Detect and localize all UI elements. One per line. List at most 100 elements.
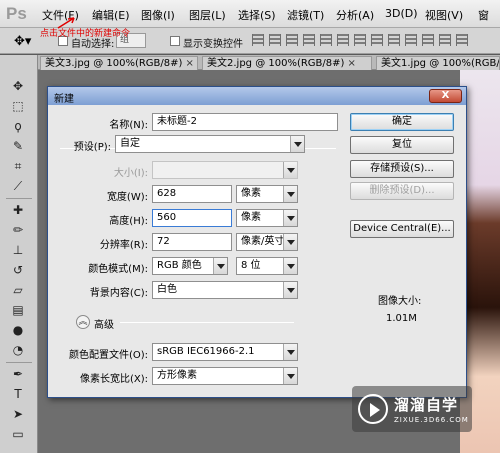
size-dropdown[interactable] — [152, 161, 298, 179]
ok-button[interactable]: 确定 — [350, 113, 454, 131]
menu-3d[interactable]: 3D(D) — [385, 7, 418, 20]
delete-preset-button[interactable]: 删除预设(D)... — [350, 182, 454, 200]
distribute-hcenter-icon[interactable] — [422, 34, 434, 46]
tab-label: 美文2.jpg @ 100%(RGB/8#) — [207, 58, 345, 69]
reset-button[interactable]: 复位 — [350, 136, 454, 154]
distribute-top-icon[interactable] — [354, 34, 366, 46]
resolution-field[interactable]: 72 — [152, 233, 232, 251]
tab-close-icon[interactable]: × — [347, 58, 355, 69]
menu-image[interactable]: 图像(I) — [141, 7, 175, 23]
menu-analysis[interactable]: 分析(A) — [336, 7, 374, 23]
menu-select[interactable]: 选择(S) — [238, 7, 276, 23]
height-unit-dropdown[interactable]: 像素 — [236, 209, 298, 227]
align-vcenter-icon[interactable] — [269, 34, 281, 46]
distribute-bottom-icon[interactable] — [388, 34, 400, 46]
toolbox-divider — [6, 362, 32, 363]
chevron-down-icon — [283, 234, 297, 250]
history-brush-tool-icon[interactable]: ↺ — [9, 261, 27, 279]
chevron-down-icon — [283, 210, 297, 226]
pixel-aspect-label: 像素长宽比(X): — [79, 374, 148, 385]
color-mode-label: 颜色模式(M): — [88, 264, 148, 275]
pixel-aspect-value: 方形像素 — [157, 370, 197, 381]
align-bottom-icon[interactable] — [286, 34, 298, 46]
bit-depth-dropdown[interactable]: 8 位 — [236, 257, 298, 275]
height-unit-value: 像素 — [241, 212, 261, 223]
background-label: 背景内容(C): — [89, 288, 148, 299]
tab-label: 美文3.jpg @ 100%(RGB/8#) — [45, 58, 183, 69]
height-label: 高度(H): — [109, 216, 148, 227]
move-tool-icon[interactable]: ✥ — [9, 77, 27, 95]
save-preset-button[interactable]: 存储预设(S)... — [350, 160, 454, 178]
document-tab[interactable]: 美文3.jpg @ 100%(RGB/8#) × — [40, 56, 198, 70]
pen-tool-icon[interactable]: ✒ — [9, 365, 27, 383]
color-mode-value: RGB 颜色 — [157, 260, 202, 271]
distribute-right-icon[interactable] — [439, 34, 451, 46]
pixel-aspect-dropdown[interactable]: 方形像素 — [152, 367, 298, 385]
move-tool-icon[interactable]: ✥▾ — [14, 34, 31, 49]
device-central-button[interactable]: Device Central(E)... — [350, 220, 454, 238]
blur-tool-icon[interactable]: ● — [9, 321, 27, 339]
watermark-site: ZIXUE.3D66.COM — [394, 416, 469, 424]
menu-window[interactable]: 窗 — [478, 7, 489, 23]
document-tab[interactable]: 美文2.jpg @ 100%(RGB/8#) × — [202, 56, 372, 70]
color-profile-value: sRGB IEC61966-2.1 — [157, 346, 255, 357]
advanced-label: 高级 — [94, 320, 114, 331]
distribute-left-icon[interactable] — [405, 34, 417, 46]
preset-label: 预设(P): — [73, 142, 111, 153]
resolution-label: 分辨率(R): — [99, 240, 148, 251]
color-profile-label: 颜色配置文件(O): — [68, 350, 148, 361]
document-tab[interactable]: 美文1.jpg @ 100%(RGB/8 — [376, 56, 500, 70]
healing-brush-tool-icon[interactable]: ✚ — [9, 201, 27, 219]
resolution-unit-dropdown[interactable]: 像素/英寸 — [236, 233, 298, 251]
eyedropper-tool-icon[interactable]: ⟋ — [9, 177, 27, 195]
align-right-icon[interactable] — [337, 34, 349, 46]
lasso-tool-icon[interactable]: ϙ — [9, 117, 27, 135]
eraser-tool-icon[interactable]: ▱ — [9, 281, 27, 299]
align-hcenter-icon[interactable] — [320, 34, 332, 46]
tab-label: 美文1.jpg @ 100%(RGB/8 — [381, 58, 500, 69]
resolution-unit-value: 像素/英寸 — [241, 236, 285, 247]
align-left-icon[interactable] — [303, 34, 315, 46]
height-field[interactable]: 560 — [152, 209, 232, 227]
menu-edit[interactable]: 编辑(E) — [92, 7, 130, 23]
preset-dropdown[interactable]: 自定 — [115, 135, 305, 153]
dialog-title-bar[interactable]: 新建 X — [48, 87, 466, 105]
dodge-tool-icon[interactable]: ◔ — [9, 341, 27, 359]
color-mode-dropdown[interactable]: RGB 颜色 — [152, 257, 228, 275]
bit-depth-value: 8 位 — [241, 260, 261, 271]
tab-close-icon[interactable]: × — [185, 58, 193, 69]
menu-layer[interactable]: 图层(L) — [189, 7, 226, 23]
background-dropdown[interactable]: 白色 — [152, 281, 298, 299]
crop-tool-icon[interactable]: ⌗ — [9, 157, 27, 175]
menu-view[interactable]: 视图(V) — [425, 7, 463, 23]
gradient-tool-icon[interactable]: ▤ — [9, 301, 27, 319]
chevron-down-icon — [283, 282, 297, 298]
name-field[interactable]: 未标题-2 — [152, 113, 338, 131]
toolbox-divider — [6, 198, 32, 199]
close-button[interactable]: X — [429, 89, 462, 103]
show-transform-checkbox[interactable] — [170, 36, 180, 46]
type-tool-icon[interactable]: T — [9, 385, 27, 403]
rectangle-tool-icon[interactable]: ▭ — [9, 425, 27, 443]
chevron-down-icon — [290, 136, 304, 152]
menu-filter[interactable]: 滤镜(T) — [287, 7, 324, 23]
advanced-group-frame — [120, 322, 294, 323]
background-value: 白色 — [157, 284, 177, 295]
width-field[interactable]: 628 — [152, 185, 232, 203]
align-top-icon[interactable] — [252, 34, 264, 46]
brush-tool-icon[interactable]: ✏ — [9, 221, 27, 239]
chevron-down-icon — [283, 344, 297, 360]
marquee-tool-icon[interactable]: ⬚ — [9, 97, 27, 115]
auto-align-icon[interactable] — [456, 34, 468, 46]
width-unit-dropdown[interactable]: 像素 — [236, 185, 298, 203]
path-select-tool-icon[interactable]: ➤ — [9, 405, 27, 423]
color-profile-dropdown[interactable]: sRGB IEC61966-2.1 — [152, 343, 298, 361]
distribute-vcenter-icon[interactable] — [371, 34, 383, 46]
expand-advanced-icon[interactable]: ︽ — [76, 315, 90, 329]
stamp-tool-icon[interactable]: ⊥ — [9, 241, 27, 259]
watermark: 溜溜自学 ZIXUE.3D66.COM — [352, 386, 472, 432]
chevron-down-icon — [283, 368, 297, 384]
preset-value: 自定 — [120, 138, 140, 149]
quick-select-tool-icon[interactable]: ✎ — [9, 137, 27, 155]
align-icons-group — [252, 34, 500, 48]
